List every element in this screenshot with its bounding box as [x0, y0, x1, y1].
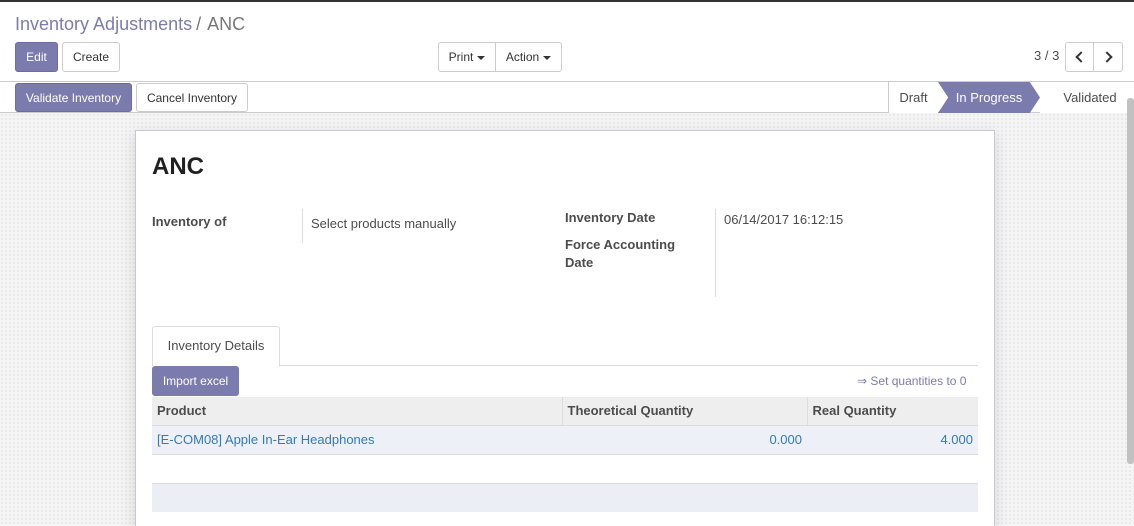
scrollbar[interactable]	[1127, 98, 1134, 464]
inventory-of-value: Select products manually	[311, 216, 457, 231]
force-accounting-label-line2: Date	[565, 255, 594, 270]
stage-draft: Draft	[888, 82, 938, 113]
pager-next-button[interactable]	[1093, 42, 1123, 72]
table-empty-row	[152, 453, 978, 483]
table-row[interactable]: [E-COM08] Apple In-Ear Headphones 0.000 …	[152, 424, 978, 454]
statusbar: Validate Inventory Cancel Inventory Draf…	[0, 82, 1134, 113]
chevron-right-icon	[1100, 51, 1113, 63]
print-dropdown-button[interactable]: Print	[438, 42, 496, 72]
breadcrumb-separator: /	[196, 14, 202, 34]
force-accounting-label-line1: Force Accounting	[565, 237, 676, 252]
control-panel: Inventory Adjustments / ANC Edit Create Pr…	[0, 2, 1134, 82]
import-excel-button[interactable]: Import excel	[152, 366, 239, 396]
caret-down-icon	[543, 55, 552, 60]
stage-in-progress: In Progress	[938, 82, 1040, 113]
column-header-product[interactable]: Product	[152, 397, 563, 425]
column-header-theoretical-quantity[interactable]: Theoretical Quantity	[562, 397, 808, 425]
field-divider	[302, 209, 303, 243]
table-footer-row	[152, 482, 978, 512]
breadcrumb: Inventory Adjustments / ANC	[15, 14, 245, 34]
cancel-inventory-button[interactable]: Cancel Inventory	[136, 83, 248, 112]
notebook-tabs: Inventory Details	[152, 326, 978, 367]
edit-button[interactable]: Edit	[15, 42, 58, 72]
set-quantities-to-zero-link[interactable]: ⇒ Set quantities to 0	[857, 374, 966, 388]
column-header-real-quantity[interactable]: Real Quantity	[807, 397, 978, 425]
breadcrumb-current: ANC	[207, 14, 246, 34]
print-label: Print	[448, 50, 474, 64]
caret-down-icon	[477, 55, 486, 60]
form-sheet: ANC Inventory of Select products manuall…	[135, 130, 995, 526]
force-accounting-date-label: Force Accounting Date	[565, 236, 675, 272]
record-title: ANC	[152, 153, 204, 180]
field-divider	[715, 209, 716, 297]
stage-validated: Validated	[1040, 82, 1134, 113]
action-dropdown-button[interactable]: Action	[495, 42, 562, 72]
product-cell[interactable]: [E-COM08] Apple In-Ear Headphones	[152, 424, 562, 454]
pager-previous-button[interactable]	[1065, 42, 1094, 72]
pager-value[interactable]: 3 / 3	[1034, 48, 1059, 63]
table-header-row: Product Theoretical Quantity Real Quanti…	[152, 397, 978, 425]
theoretical-quantity-cell[interactable]: 0.000	[562, 424, 807, 454]
inventory-lines-table: Product Theoretical Quantity Real Quanti…	[152, 397, 978, 512]
chevron-left-icon	[1075, 51, 1087, 63]
inventory-date-label: Inventory Date	[565, 210, 656, 225]
inventory-of-label: Inventory of	[152, 214, 227, 229]
tab-inventory-details[interactable]: Inventory Details	[152, 326, 280, 367]
breadcrumb-parent-link[interactable]: Inventory Adjustments	[15, 14, 192, 34]
real-quantity-cell[interactable]: 4.000	[807, 424, 978, 454]
action-label: Action	[505, 50, 540, 64]
create-button[interactable]: Create	[62, 42, 120, 72]
validate-inventory-button[interactable]: Validate Inventory	[15, 83, 132, 112]
inventory-date-value: 06/14/2017 16:12:15	[724, 212, 844, 227]
